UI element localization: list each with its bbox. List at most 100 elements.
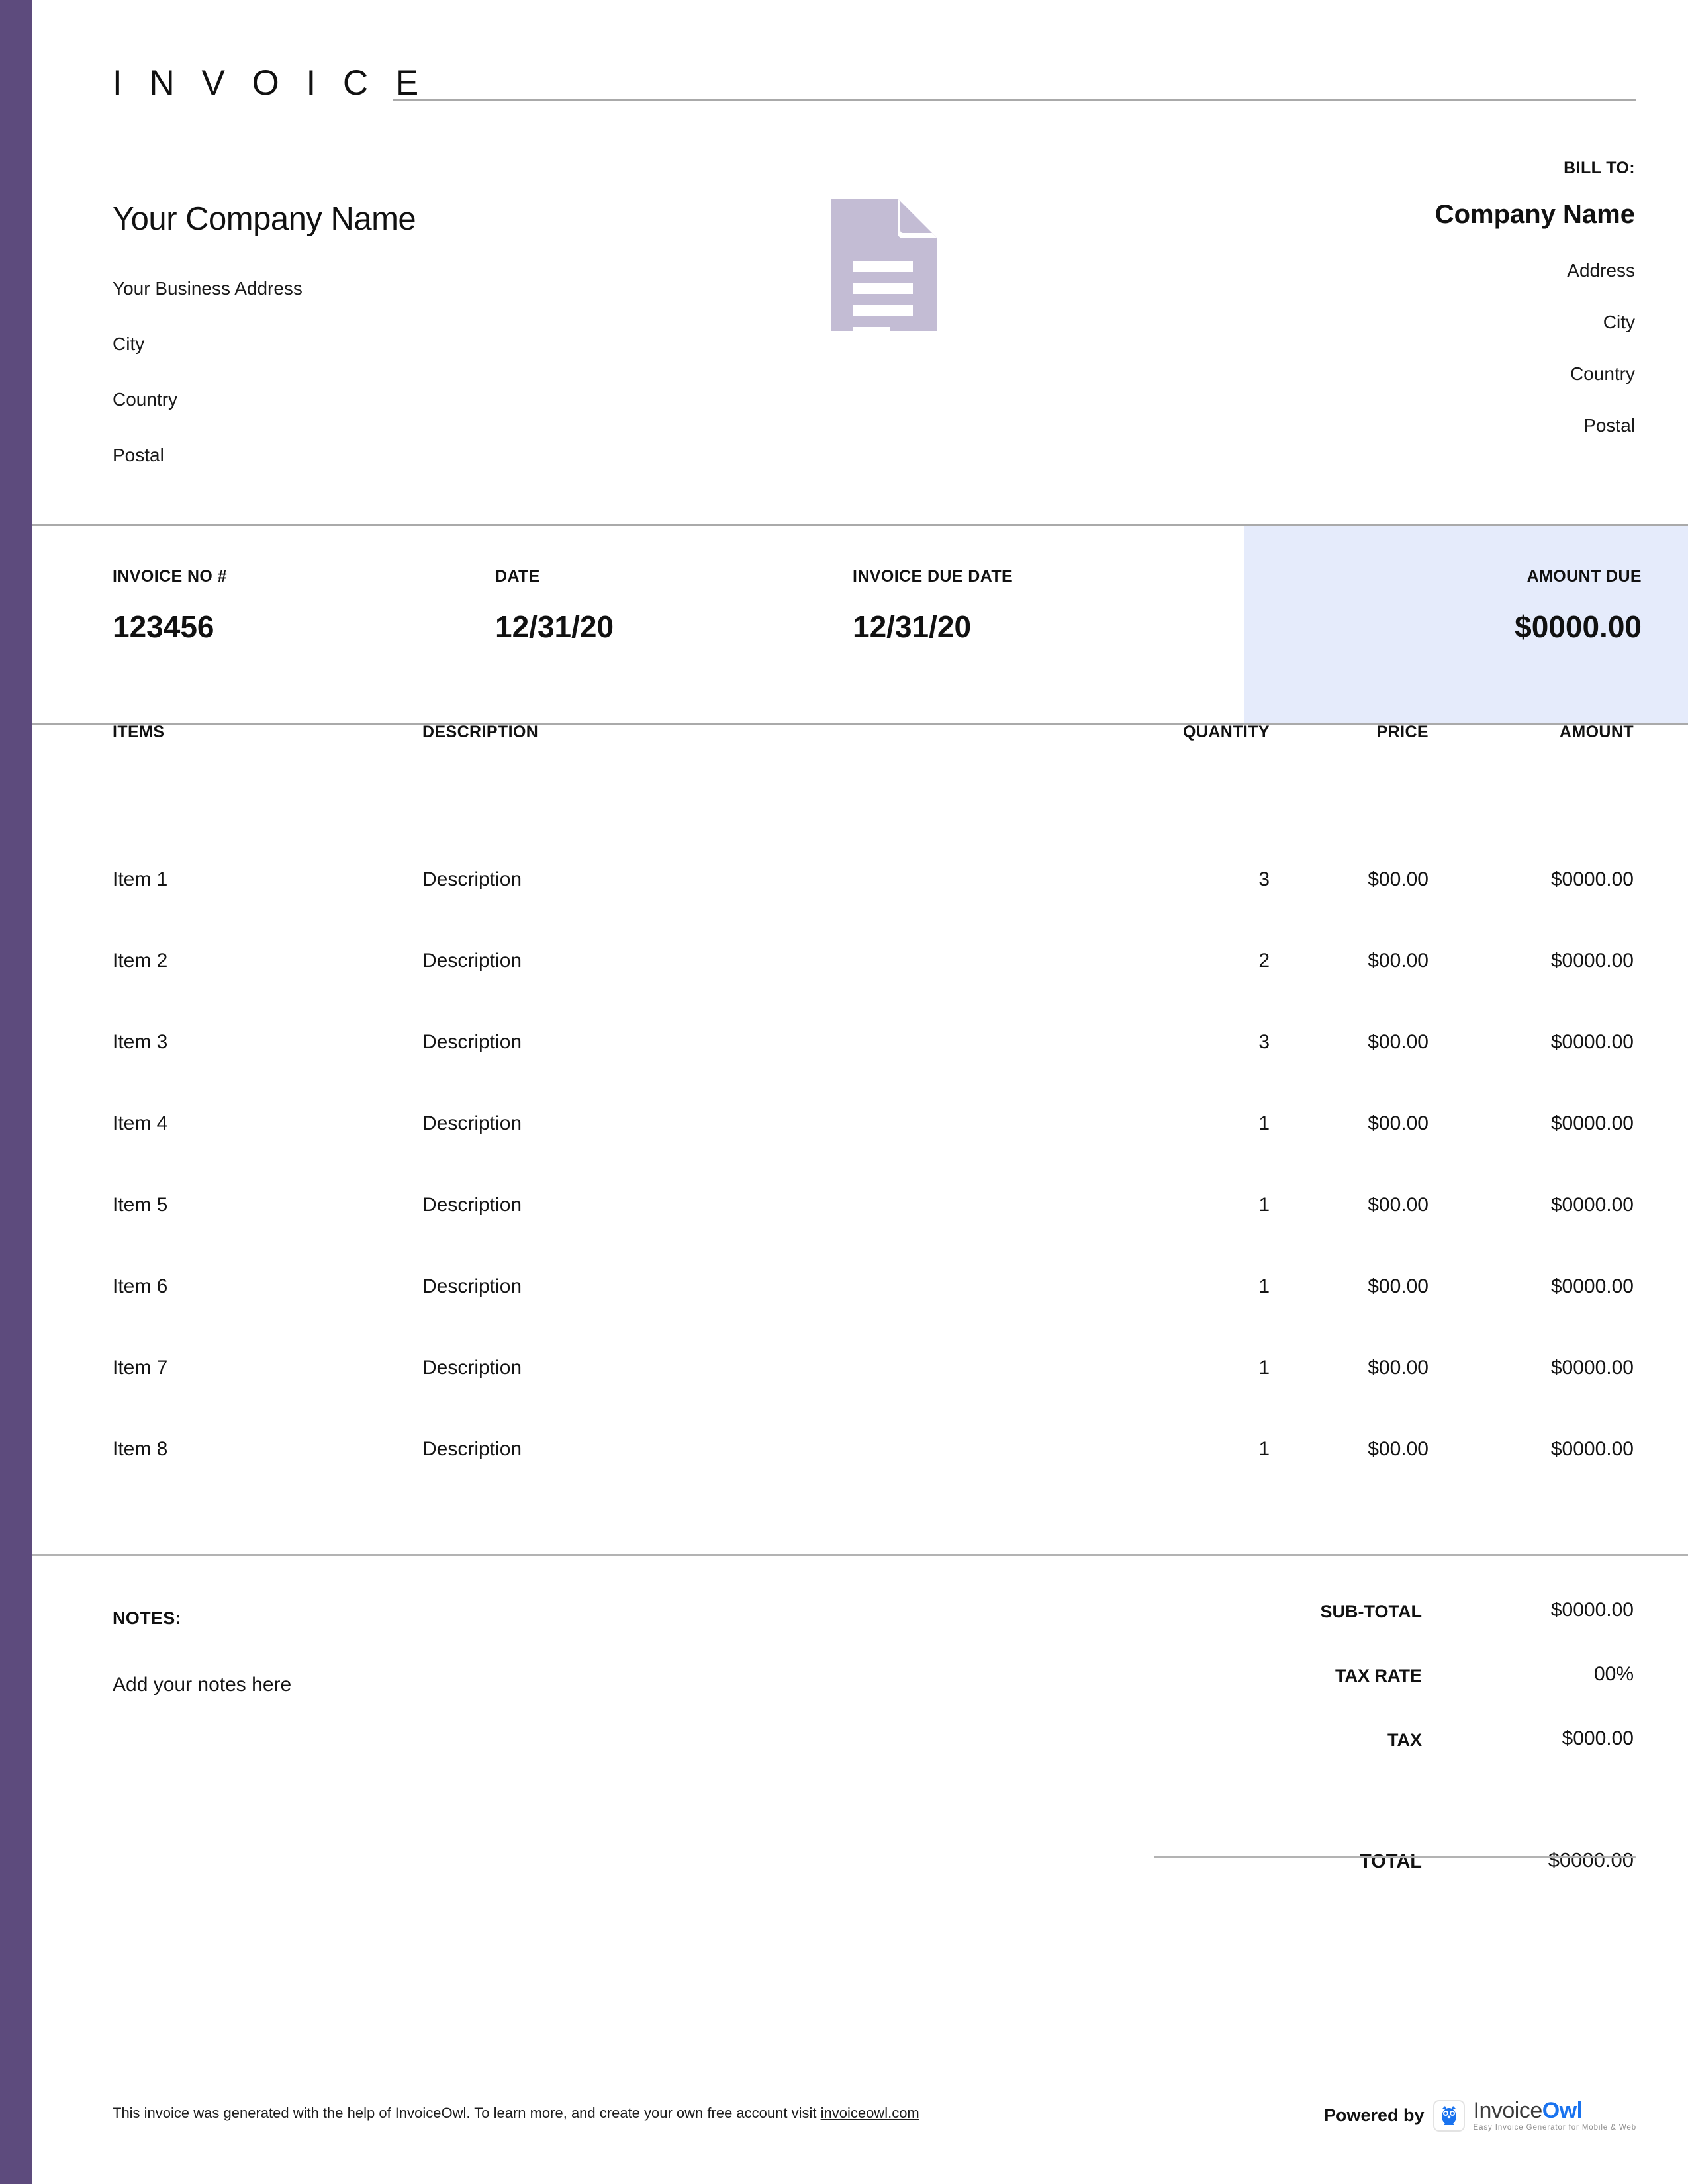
tax-value: $000.00 <box>1435 1727 1634 1750</box>
brand-invoice-text: Invoice <box>1474 2098 1542 2123</box>
amount-due-label: AMOUNT DUE <box>1515 567 1642 586</box>
tax-rate-label: TAX RATE <box>1335 1666 1422 1686</box>
table-row: Item 5 Description 1 $00.00 $0000.00 <box>32 1194 1688 1275</box>
invoice-no-value: 123456 <box>113 609 227 645</box>
row-description: Description <box>422 1113 1018 1135</box>
totals-block: SUB-TOTAL $0000.00 TAX RATE 00% TAX $000… <box>1064 1602 1634 1915</box>
row-description: Description <box>422 1438 1018 1461</box>
row-item: Item 3 <box>113 1031 404 1054</box>
table-row: Item 8 Description 1 $00.00 $0000.00 <box>32 1438 1688 1520</box>
row-amount: $0000.00 <box>1442 950 1634 972</box>
row-amount: $0000.00 <box>1442 1113 1634 1135</box>
meta-invoice-number: INVOICE NO # 123456 <box>113 567 227 645</box>
footer-note-text: This invoice was generated with the help… <box>113 2105 821 2121</box>
tax-rate-value: 00% <box>1435 1663 1634 1686</box>
row-quantity: 1 <box>1064 1194 1270 1216</box>
subtotal-row: SUB-TOTAL $0000.00 <box>1064 1602 1634 1666</box>
table-row: Item 4 Description 1 $00.00 $0000.00 <box>32 1113 1688 1194</box>
row-quantity: 3 <box>1064 868 1270 891</box>
table-header-row: ITEMS DESCRIPTION QUANTITY PRICE AMOUNT <box>32 723 1688 835</box>
row-item: Item 2 <box>113 950 404 972</box>
tax-row: TAX $000.00 <box>1064 1730 1634 1794</box>
meta-due-date: INVOICE DUE DATE 12/31/20 <box>853 567 1013 645</box>
table-row: Item 7 Description 1 $00.00 $0000.00 <box>32 1357 1688 1438</box>
invoice-page: I N V O I C E Your Company Name Your Bus… <box>32 0 1688 2184</box>
due-date-label: INVOICE DUE DATE <box>853 567 1013 586</box>
notes-label: NOTES: <box>113 1608 907 1629</box>
date-value: 12/31/20 <box>495 609 614 645</box>
row-description: Description <box>422 1275 1018 1298</box>
row-item: Item 7 <box>113 1357 404 1379</box>
row-price: $00.00 <box>1283 1438 1429 1461</box>
total-divider <box>1154 1856 1636 1858</box>
sender-company-name: Your Company Name <box>113 199 708 240</box>
row-amount: $0000.00 <box>1442 1031 1634 1054</box>
total-value: $0000.00 <box>1435 1848 1634 1872</box>
row-quantity: 1 <box>1064 1357 1270 1379</box>
table-row: Item 6 Description 1 $00.00 $0000.00 <box>32 1275 1688 1357</box>
due-date-value: 12/31/20 <box>853 609 1013 645</box>
col-header-price: PRICE <box>1283 723 1429 742</box>
total-label: TOTAL <box>1360 1851 1422 1873</box>
row-quantity: 3 <box>1064 1031 1270 1054</box>
bill-to-label: BILL TO: <box>1039 159 1635 178</box>
sender-address: Your Business Address <box>113 278 708 299</box>
row-price: $00.00 <box>1283 1031 1429 1054</box>
amount-due-value: $0000.00 <box>1515 609 1642 645</box>
row-description: Description <box>422 950 1018 972</box>
bill-to-country: Country <box>1039 363 1635 385</box>
tax-rate-row: TAX RATE 00% <box>1064 1666 1634 1730</box>
row-item: Item 8 <box>113 1438 404 1461</box>
brand-tagline: Easy Invoice Generator for Mobile & Web <box>1474 2124 1636 2132</box>
row-price: $00.00 <box>1283 950 1429 972</box>
title-divider <box>393 99 1636 101</box>
row-price: $00.00 <box>1283 1275 1429 1298</box>
row-quantity: 2 <box>1064 950 1270 972</box>
table-row: Item 1 Description 3 $00.00 $0000.00 <box>32 868 1688 950</box>
sender-city: City <box>113 334 708 355</box>
col-header-quantity: QUANTITY <box>1064 723 1270 742</box>
bill-to-address: Address <box>1039 260 1635 281</box>
powered-by-block[interactable]: Powered by InvoiceOwl Easy Invoice Gener… <box>1324 2099 1636 2132</box>
subtotal-value: $0000.00 <box>1435 1599 1634 1621</box>
notes-text[interactable]: Add your notes here <box>113 1674 907 1696</box>
row-description: Description <box>422 868 1018 891</box>
row-quantity: 1 <box>1064 1275 1270 1298</box>
col-header-description: DESCRIPTION <box>422 723 1018 742</box>
document-icon <box>831 199 937 331</box>
brand-owl-text: Owl <box>1542 2098 1583 2123</box>
items-divider <box>32 1554 1688 1556</box>
items-table: ITEMS DESCRIPTION QUANTITY PRICE AMOUNT … <box>32 723 1688 1520</box>
bill-to-city: City <box>1039 312 1635 333</box>
subtotal-label: SUB-TOTAL <box>1321 1602 1422 1622</box>
sender-postal: Postal <box>113 445 708 466</box>
row-quantity: 1 <box>1064 1113 1270 1135</box>
sender-block: Your Company Name Your Business Address … <box>113 199 708 466</box>
powered-by-label: Powered by <box>1324 2105 1425 2126</box>
row-description: Description <box>422 1194 1018 1216</box>
tax-label: TAX <box>1387 1730 1422 1751</box>
total-row: TOTAL $0000.00 <box>1064 1851 1634 1915</box>
col-header-items: ITEMS <box>113 723 404 742</box>
row-price: $00.00 <box>1283 1357 1429 1379</box>
footer-note: This invoice was generated with the help… <box>113 2105 919 2122</box>
bill-to-block: BILL TO: Company Name Address City Count… <box>1039 159 1635 436</box>
invoiceowl-logo: InvoiceOwl Easy Invoice Generator for Mo… <box>1474 2099 1636 2132</box>
row-amount: $0000.00 <box>1442 868 1634 891</box>
row-item: Item 5 <box>113 1194 404 1216</box>
col-header-amount: AMOUNT <box>1442 723 1634 742</box>
row-description: Description <box>422 1031 1018 1054</box>
bill-to-postal: Postal <box>1039 415 1635 436</box>
sender-country: Country <box>113 389 708 410</box>
accent-sidebar <box>0 0 32 2184</box>
meta-amount-due: AMOUNT DUE $0000.00 <box>1515 567 1642 645</box>
row-price: $00.00 <box>1283 1113 1429 1135</box>
row-price: $00.00 <box>1283 868 1429 891</box>
owl-icon <box>1433 2100 1465 2132</box>
row-item: Item 1 <box>113 868 404 891</box>
table-row: Item 3 Description 3 $00.00 $0000.00 <box>32 1031 1688 1113</box>
bill-to-company-name: Company Name <box>1039 199 1635 230</box>
meta-date: DATE 12/31/20 <box>495 567 614 645</box>
row-amount: $0000.00 <box>1442 1275 1634 1298</box>
invoiceowl-link[interactable]: invoiceowl.com <box>821 2105 919 2121</box>
